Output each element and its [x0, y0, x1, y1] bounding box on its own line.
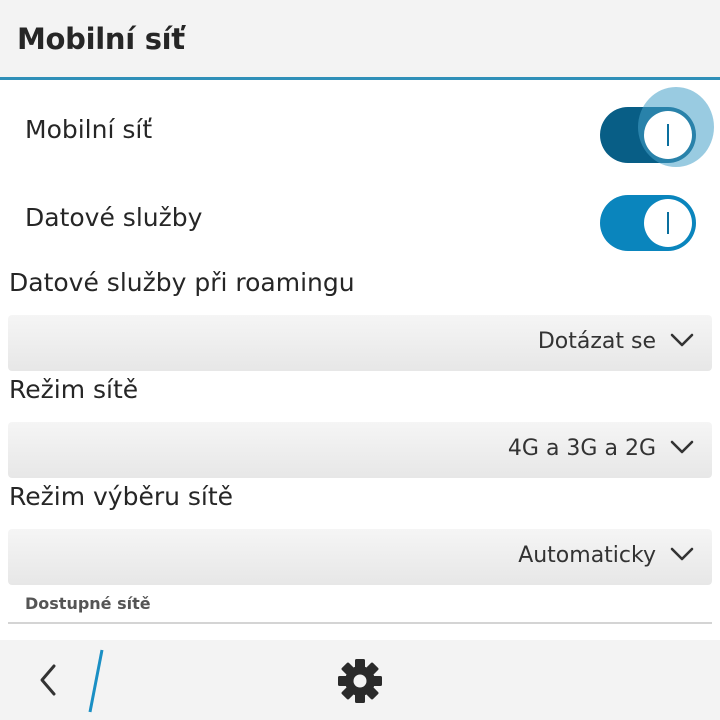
network-mode-label: Režim sítě: [9, 375, 139, 404]
title-bar: Mobilní síť: [0, 0, 720, 80]
mobile-network-settings-screen: Mobilní síť Mobilní síť Datové služby Da…: [0, 0, 720, 720]
network-mode-value: 4G a 3G a 2G: [507, 436, 656, 461]
divider: [8, 622, 712, 624]
action-bar-separator: [88, 649, 104, 713]
data-services-row: Datové služby: [0, 181, 720, 261]
gear-icon: [338, 659, 382, 703]
mobile-network-label: Mobilní síť: [25, 115, 153, 144]
network-selection-mode-dropdown[interactable]: Automaticky: [8, 529, 712, 585]
toggle-knob: [644, 199, 692, 247]
chevron-down-icon: [670, 547, 694, 561]
toggle-knob: [644, 111, 692, 159]
back-button[interactable]: [20, 650, 80, 710]
roaming-data-dropdown[interactable]: Dotázat se: [8, 315, 712, 371]
available-networks-header: Dostupné sítě: [25, 594, 151, 613]
network-selection-mode-value: Automaticky: [518, 543, 656, 568]
chevron-left-icon: [40, 664, 56, 696]
mobile-network-toggle[interactable]: [600, 87, 714, 167]
mobile-network-row: Mobilní síť: [0, 87, 720, 173]
toggle-on-mark: [667, 124, 669, 146]
data-services-toggle[interactable]: [600, 195, 696, 251]
settings-button[interactable]: [334, 655, 386, 707]
network-selection-mode-label: Režim výběru sítě: [9, 482, 234, 511]
chevron-down-icon: [670, 333, 694, 347]
action-bar: [0, 640, 720, 720]
toggle-on-mark: [667, 212, 669, 234]
roaming-data-label: Datové služby při roamingu: [9, 268, 355, 297]
roaming-data-value: Dotázat se: [537, 329, 656, 354]
data-services-label: Datové služby: [25, 203, 203, 232]
network-mode-dropdown[interactable]: 4G a 3G a 2G: [8, 422, 712, 478]
chevron-down-icon: [670, 440, 694, 454]
page-title: Mobilní síť: [17, 22, 185, 56]
